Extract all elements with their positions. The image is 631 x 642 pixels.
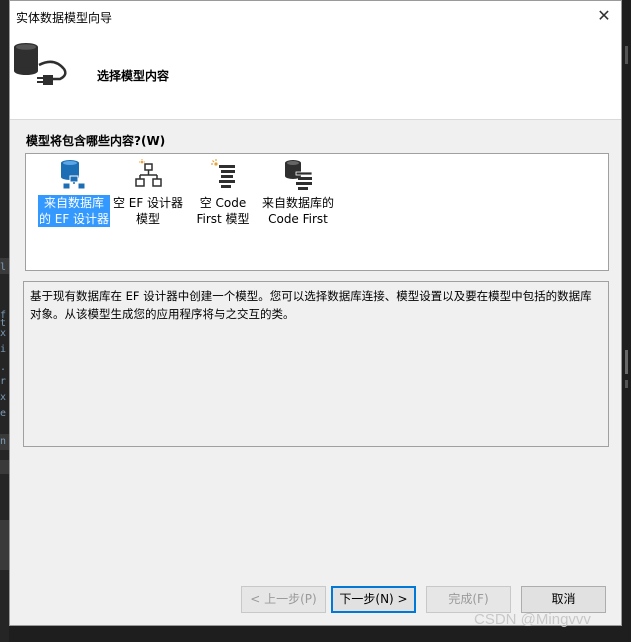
watermark-text: CSDN @Mingvvv (474, 611, 591, 628)
entity-data-model-wizard: 实体数据模型向导 ✕ 选择模型内容 模型将包含哪些内容?(W) 来自数据库 的 … (9, 0, 622, 626)
ide-code-char: r (0, 376, 7, 387)
ide-code-char: l (0, 262, 7, 273)
ide-line-highlight (0, 520, 9, 570)
model-content-label: 模型将包含哪些内容?(W) (26, 132, 165, 149)
ide-scroll-mark (625, 380, 628, 388)
ide-code-char: e (0, 408, 7, 419)
option-label-line: 来自数据库的 (261, 196, 334, 210)
ide-scroll-mark (625, 350, 628, 374)
empty-designer-icon (135, 159, 162, 187)
option-label-line: 空 EF 设计器 (112, 196, 184, 210)
option-label-line: 模型 (135, 212, 160, 226)
option-label: 空 EF 设计器 模型 (112, 195, 184, 227)
database-plug-icon (14, 43, 67, 85)
option-ef-designer-from-database[interactable]: 来自数据库 的 EF 设计器 (36, 158, 112, 227)
step-title: 选择模型内容 (97, 69, 170, 83)
model-contents-list[interactable]: 来自数据库 的 EF 设计器 空 EF 设计器 模型 空 Code First … (25, 153, 609, 271)
ide-code-char: i (0, 344, 7, 355)
window-title: 实体数据模型向导 (16, 11, 113, 25)
next-button[interactable]: 下一步(N) > (331, 586, 416, 613)
ide-background-right (622, 0, 631, 642)
option-empty-code-first[interactable]: 空 Code First 模型 (185, 158, 261, 227)
empty-code-first-icon (211, 159, 235, 188)
database-designer-icon (61, 160, 86, 190)
option-label-line: 空 Code (199, 196, 247, 210)
previous-button[interactable]: < 上一步(P) (241, 586, 326, 613)
ide-code-char: n (0, 436, 7, 447)
option-label-line: 的 EF 设计器 (38, 212, 110, 226)
option-label-line: Code First (268, 212, 328, 226)
ide-code-char: x (0, 392, 7, 403)
option-label: 来自数据库 的 EF 设计器 (37, 195, 111, 227)
option-label: 空 Code First 模型 (195, 195, 250, 227)
finish-button[interactable]: 完成(F) (426, 586, 511, 613)
option-description: 基于现有数据库在 EF 设计器中创建一个模型。您可以选择数据库连接、模型设置以及… (23, 281, 609, 447)
model-content-label-text: 模型将包含哪些内容? (26, 134, 141, 148)
ide-code-char: x (0, 328, 7, 339)
close-button[interactable]: ✕ (593, 5, 615, 27)
option-empty-ef-designer[interactable]: 空 EF 设计器 模型 (110, 158, 186, 227)
wizard-header: 选择模型内容 (10, 31, 621, 120)
option-code-first-from-database[interactable]: 来自数据库的 Code First (259, 158, 337, 227)
model-content-mnemonic: (W) (140, 134, 166, 148)
ide-scroll-mark (625, 46, 628, 64)
option-label-line: 来自数据库 (43, 196, 104, 210)
ide-background-left: l f t x i . r x e n (0, 0, 9, 642)
database-code-first-icon (285, 160, 313, 190)
cancel-button[interactable]: 取消 (521, 586, 606, 613)
option-label: 来自数据库的 Code First (261, 195, 335, 227)
option-label-line: First 模型 (196, 212, 250, 226)
title-bar: 实体数据模型向导 ✕ (10, 1, 621, 31)
ide-code-char: . (0, 362, 7, 373)
ide-line-highlight (0, 460, 9, 474)
